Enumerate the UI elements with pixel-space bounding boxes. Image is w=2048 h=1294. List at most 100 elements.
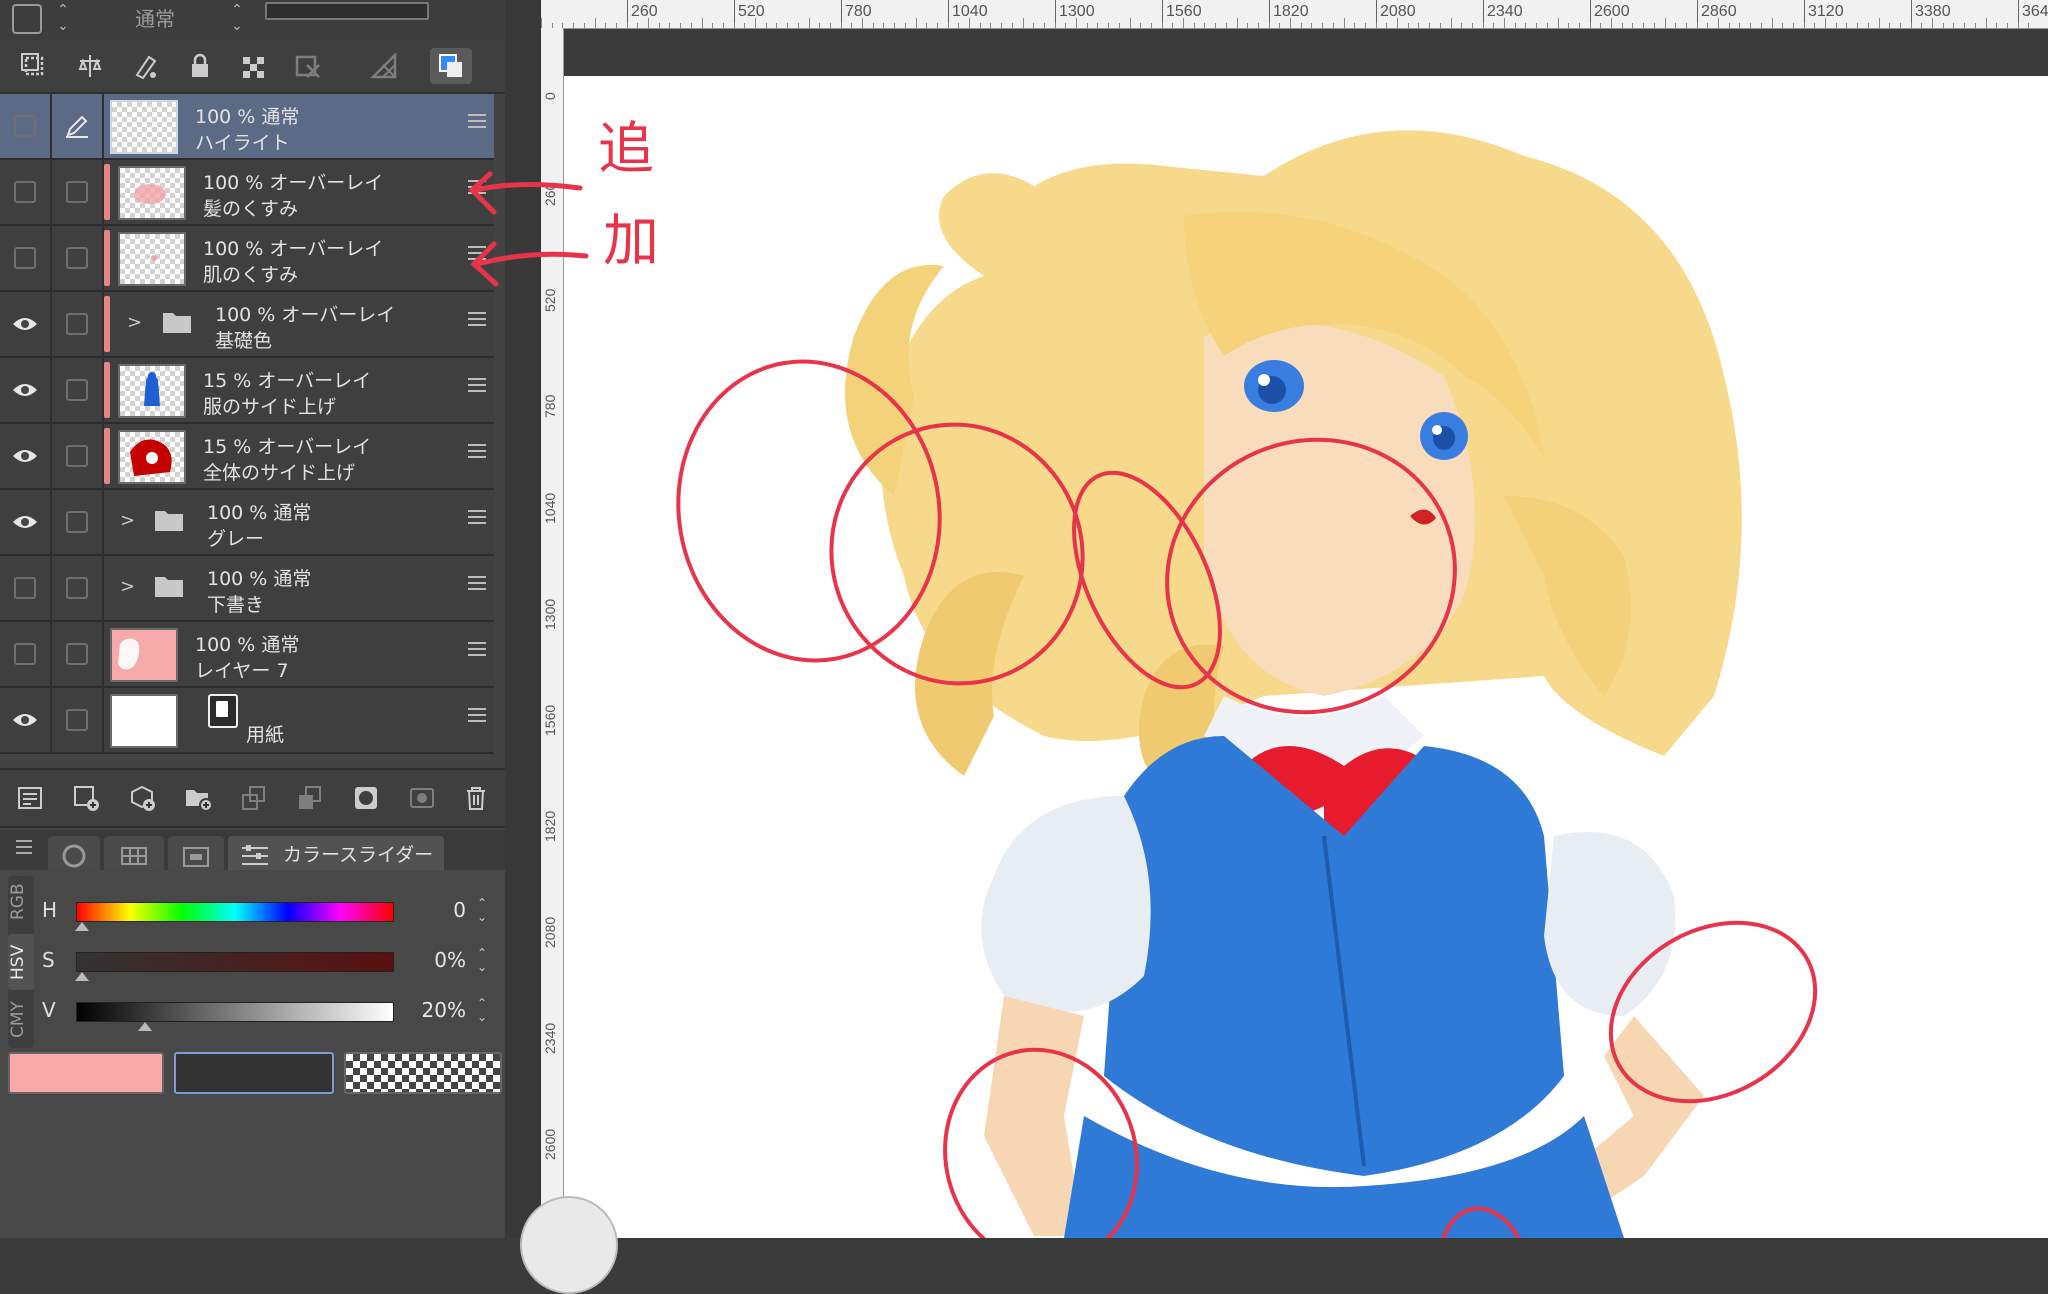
select-checkbox[interactable] [66, 445, 88, 467]
hue-value[interactable]: 0 [376, 898, 466, 922]
transparent-color-swatch[interactable] [344, 1052, 502, 1094]
visibility-toggle[interactable] [0, 424, 52, 488]
new-folder-icon[interactable] [182, 782, 214, 814]
saturation-value[interactable]: 0% [376, 948, 466, 972]
layer-row[interactable]: 100 % オーバーレイ 髪のくすみ [0, 160, 494, 226]
tab-intermediate-color[interactable] [168, 836, 224, 870]
trash-icon[interactable] [460, 782, 492, 814]
drag-handle-icon[interactable] [468, 708, 486, 728]
saturation-marker[interactable] [75, 972, 89, 981]
value-marker[interactable] [138, 1022, 153, 1031]
lock-icon[interactable] [182, 48, 218, 84]
visibility-checkbox[interactable] [14, 247, 36, 269]
visibility-toggle[interactable] [0, 160, 52, 224]
mask-enable-icon[interactable] [290, 48, 326, 84]
select-checkbox[interactable] [66, 379, 88, 401]
clip-icon[interactable] [16, 48, 52, 84]
new-vector-layer-icon[interactable] [126, 782, 158, 814]
select-toggle[interactable] [52, 424, 104, 488]
select-toggle[interactable] [52, 292, 104, 356]
layer-color-icon[interactable] [430, 48, 472, 84]
visibility-toggle[interactable] [0, 226, 52, 290]
select-toggle[interactable] [52, 688, 104, 752]
select-toggle[interactable] [52, 160, 104, 224]
panel-menu-icon[interactable] [16, 840, 32, 854]
ruler-enable-icon[interactable] [366, 48, 402, 84]
merge-down-icon[interactable] [294, 782, 326, 814]
mode-cmy[interactable]: CMY [8, 994, 34, 1046]
visibility-toggle[interactable] [0, 622, 52, 686]
visibility-toggle[interactable] [0, 556, 52, 620]
layer-row[interactable]: 100 % 通常 ハイライト [0, 94, 494, 160]
saturation-slider[interactable] [76, 952, 394, 972]
drag-handle-icon[interactable] [468, 378, 486, 398]
visibility-toggle[interactable] [0, 490, 52, 554]
layer-property-icon[interactable] [14, 782, 46, 814]
expand-chevron-icon[interactable]: > [120, 510, 135, 531]
expand-chevron-icon[interactable]: > [127, 312, 142, 333]
layer-row[interactable]: > 100 % 通常 グレー [0, 490, 494, 556]
canvas-rotate-button[interactable] [520, 1196, 618, 1294]
layer-row[interactable]: 15 % オーバーレイ 全体のサイド上げ [0, 424, 494, 490]
value-stepper-icon[interactable]: ⌃ ⌄ [474, 996, 490, 1024]
visibility-toggle[interactable] [0, 292, 52, 356]
tab-color-wheel[interactable] [48, 836, 100, 870]
drawing-canvas[interactable] [564, 76, 2048, 1238]
drag-handle-icon[interactable] [468, 510, 486, 530]
select-toggle[interactable] [52, 556, 104, 620]
layer-row[interactable]: 用紙 [0, 688, 494, 754]
lock-transparency-icon[interactable] [236, 48, 272, 84]
select-checkbox[interactable] [66, 577, 88, 599]
drag-handle-icon[interactable] [468, 444, 486, 464]
select-checkbox[interactable] [66, 313, 88, 335]
select-checkbox[interactable] [66, 709, 88, 731]
drag-handle-icon[interactable] [468, 576, 486, 596]
layer-mask-icon[interactable] [350, 782, 382, 814]
lock-checkbox[interactable] [12, 4, 42, 34]
visibility-toggle[interactable] [0, 94, 52, 158]
layer-row[interactable]: 100 % オーバーレイ 肌のくすみ [0, 226, 494, 292]
mode-hsv[interactable]: HSV [8, 934, 34, 990]
main-color-swatch[interactable] [8, 1052, 164, 1094]
layer-row[interactable]: > 100 % オーバーレイ 基礎色 [0, 292, 494, 358]
mode-rgb[interactable]: RGB [8, 876, 34, 928]
select-toggle[interactable] [52, 358, 104, 422]
select-toggle[interactable] [52, 226, 104, 290]
opacity-slider[interactable] [265, 2, 429, 20]
drag-handle-icon[interactable] [468, 312, 486, 332]
blend-mode-select[interactable]: 通常 [135, 3, 175, 32]
select-checkbox[interactable] [66, 181, 88, 203]
transfer-down-icon[interactable] [238, 782, 270, 814]
visibility-toggle[interactable] [0, 358, 52, 422]
layer-row[interactable]: 15 % オーバーレイ 服のサイド上げ [0, 358, 494, 424]
visibility-checkbox[interactable] [14, 643, 36, 665]
updown-icon[interactable]: ⌃ ⌄ [52, 2, 74, 36]
visibility-checkbox[interactable] [14, 115, 36, 137]
hue-slider[interactable] [76, 902, 394, 922]
visibility-toggle[interactable] [0, 688, 52, 752]
saturation-stepper-icon[interactable]: ⌃ ⌄ [474, 946, 490, 974]
drag-handle-icon[interactable] [468, 114, 486, 134]
edit-status[interactable] [52, 94, 104, 158]
value-value[interactable]: 20% [376, 998, 466, 1022]
drag-handle-icon[interactable] [468, 642, 486, 662]
layer-row[interactable]: 100 % 通常 レイヤー 7 [0, 622, 494, 688]
expand-chevron-icon[interactable]: > [120, 576, 135, 597]
blend-updown-icon[interactable]: ⌃ ⌄ [226, 2, 248, 36]
layer-row[interactable]: > 100 % 通常 下書き [0, 556, 494, 622]
value-slider[interactable] [76, 1002, 394, 1022]
select-checkbox[interactable] [66, 511, 88, 533]
reference-icon[interactable] [72, 48, 108, 84]
visibility-checkbox[interactable] [14, 577, 36, 599]
new-raster-layer-icon[interactable] [70, 782, 102, 814]
sub-color-swatch[interactable] [174, 1052, 334, 1094]
select-toggle[interactable] [52, 622, 104, 686]
draft-icon[interactable] [128, 48, 164, 84]
select-checkbox[interactable] [66, 643, 88, 665]
visibility-checkbox[interactable] [14, 181, 36, 203]
hue-marker[interactable] [75, 922, 89, 931]
hue-stepper-icon[interactable]: ⌃ ⌄ [474, 896, 490, 924]
tab-color-set[interactable] [104, 836, 164, 870]
select-checkbox[interactable] [66, 247, 88, 269]
apply-mask-icon[interactable] [406, 782, 438, 814]
